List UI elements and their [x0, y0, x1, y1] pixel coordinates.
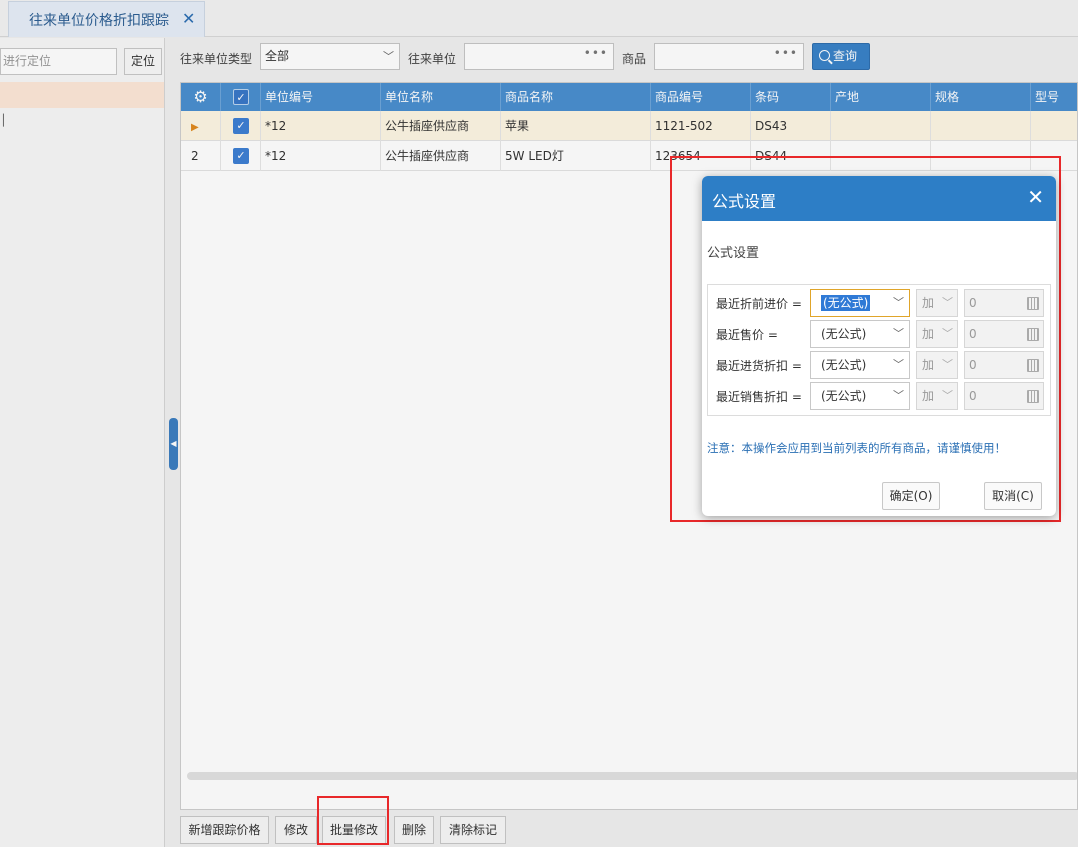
operator-select[interactable]: 加 ﹀	[916, 320, 958, 348]
formula-row: 最近销售折扣 = (无公式) ﹀ 加 ﹀ 0	[708, 382, 1052, 410]
operand-value: 0	[969, 296, 977, 310]
formula-select[interactable]: (无公式) ﹀	[810, 382, 910, 410]
cancel-button[interactable]: 取消(C)	[984, 482, 1042, 510]
formula-value: (无公式)	[821, 327, 867, 341]
formula-row: 最近进货折扣 = (无公式) ﹀ 加 ﹀ 0	[708, 351, 1052, 379]
formula-label: 最近进货折扣 =	[716, 359, 802, 373]
operand-value: 0	[969, 358, 977, 372]
chevron-down-icon: ﹀	[893, 389, 904, 402]
operator-value: 加	[922, 327, 935, 341]
operand-value: 0	[969, 327, 977, 341]
calculator-icon[interactable]	[1027, 359, 1039, 372]
operand-input[interactable]: 0	[964, 289, 1044, 317]
chevron-down-icon: ﹀	[942, 296, 953, 309]
formula-select[interactable]: (无公式) ﹀	[810, 320, 910, 348]
dialog-title: 公式设置	[712, 192, 777, 211]
warning-note: 注意：本操作会应用到当前列表的所有商品，请谨慎使用！	[707, 441, 1006, 455]
formula-fieldset: 最近折前进价 = (无公式) ﹀ 加 ﹀ 0 最近售价 = (无公式) ﹀ 加	[707, 284, 1051, 416]
calculator-icon[interactable]	[1027, 297, 1039, 310]
operator-select[interactable]: 加 ﹀	[916, 289, 958, 317]
formula-row: 最近折前进价 = (无公式) ﹀ 加 ﹀ 0	[708, 289, 1052, 317]
calculator-icon[interactable]	[1027, 328, 1039, 341]
operator-select[interactable]: 加 ﹀	[916, 351, 958, 379]
operator-value: 加	[922, 358, 935, 372]
chevron-down-icon: ﹀	[942, 327, 953, 340]
operand-input[interactable]: 0	[964, 382, 1044, 410]
calculator-icon[interactable]	[1027, 390, 1039, 403]
operator-select[interactable]: 加 ﹀	[916, 382, 958, 410]
operand-input[interactable]: 0	[964, 351, 1044, 379]
chevron-down-icon: ﹀	[942, 358, 953, 371]
formula-value: (无公式)	[821, 358, 867, 372]
dialog-header: 公式设置 ✕	[702, 176, 1056, 221]
operator-value: 加	[922, 296, 935, 310]
formula-label: 最近售价 =	[716, 328, 778, 342]
operator-value: 加	[922, 389, 935, 403]
close-icon[interactable]: ✕	[1027, 185, 1044, 209]
highlight-batch-edit	[317, 796, 389, 845]
formula-label: 最近折前进价 =	[716, 297, 802, 311]
ok-button[interactable]: 确定(O)	[882, 482, 940, 510]
chevron-down-icon: ﹀	[893, 296, 904, 309]
formula-row: 最近售价 = (无公式) ﹀ 加 ﹀ 0	[708, 320, 1052, 348]
chevron-down-icon: ﹀	[893, 327, 904, 340]
dialog-subtitle: 公式设置	[707, 246, 760, 261]
formula-settings-dialog: 公式设置 ✕ 公式设置 最近折前进价 = (无公式) ﹀ 加 ﹀ 0 最近售价 …	[702, 176, 1056, 516]
formula-value: (无公式)	[821, 295, 871, 311]
chevron-down-icon: ﹀	[893, 358, 904, 371]
formula-label: 最近销售折扣 =	[716, 390, 802, 404]
chevron-down-icon: ﹀	[942, 389, 953, 402]
operand-input[interactable]: 0	[964, 320, 1044, 348]
operand-value: 0	[969, 389, 977, 403]
formula-select[interactable]: (无公式) ﹀	[810, 289, 910, 317]
formula-select[interactable]: (无公式) ﹀	[810, 351, 910, 379]
formula-value: (无公式)	[821, 389, 867, 403]
